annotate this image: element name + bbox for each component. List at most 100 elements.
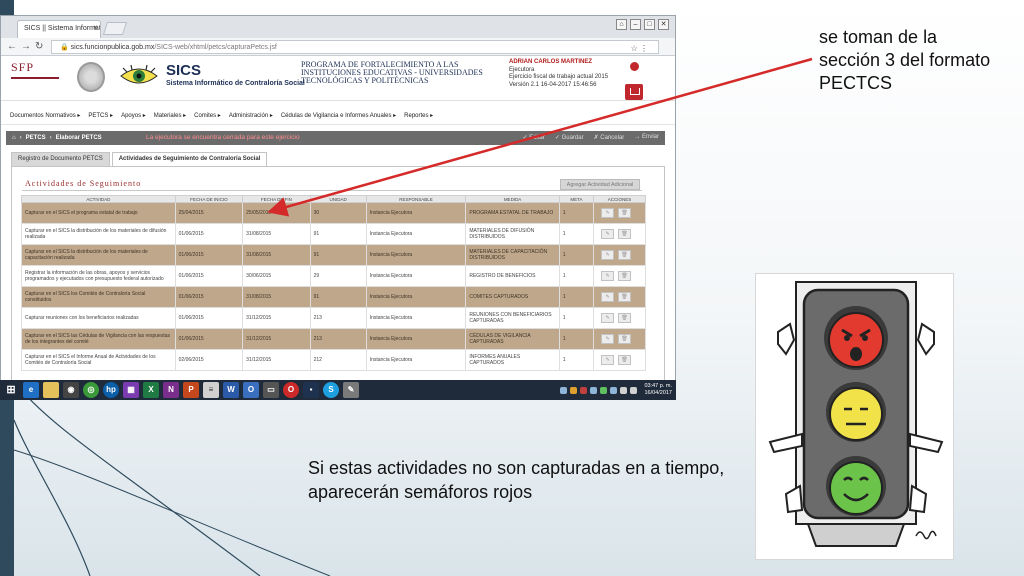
powerpoint-icon[interactable]: P	[183, 382, 199, 398]
app-icon[interactable]: ▪	[303, 382, 319, 398]
delete-row-icon[interactable]: 🗑	[618, 334, 632, 344]
send-button[interactable]: → Enviar	[634, 134, 659, 141]
delete-row-icon[interactable]: 🗑	[618, 250, 632, 260]
cell-responsable: Instancia Ejecutora	[365, 328, 467, 350]
pen-icon[interactable]: ✎	[343, 382, 359, 398]
close-window-icon[interactable]: ✕	[658, 19, 669, 30]
cell-fecha-fin: 31/08/2015	[242, 286, 311, 308]
cell-fecha-inicio: 01/06/2015	[174, 286, 244, 308]
traffic-light-icon	[768, 281, 944, 547]
forward-icon[interactable]: →	[21, 41, 31, 52]
menu-cedulas-vigilancia[interactable]: Cédulas de Vigilancia e Informes Anuales…	[281, 112, 396, 119]
table-row: Capturar en el SICS la distribución de l…	[21, 223, 646, 245]
edit-row-icon[interactable]: ✎	[601, 229, 615, 239]
url-input[interactable]: 🔒 sics.funcionpublica.gob.mx/SICS-web/xh…	[51, 40, 659, 54]
breadcrumb: ⌂ › PETCS › Elaborar PETCS La ejecutora …	[6, 131, 665, 145]
help-icon[interactable]	[570, 386, 578, 394]
camera-icon[interactable]: ◉	[63, 382, 79, 398]
save-button[interactable]: ✓ Guardar	[555, 134, 584, 141]
power-icon[interactable]	[630, 62, 639, 71]
network-icon[interactable]	[610, 386, 618, 394]
user-role: Ejecutora	[509, 66, 535, 73]
edit-row-icon[interactable]: ✎	[601, 250, 615, 260]
cell-actividad: Capturar en el SICS las Cédulas de Vigil…	[21, 328, 176, 350]
cell-unidad: 91	[309, 223, 367, 245]
menu-apoyos[interactable]: Apoyos ▸	[121, 112, 146, 119]
menu-documentos-normativos[interactable]: Documentos Normativos ▸	[10, 112, 80, 119]
table-row: Capturar en el SICS la distribución de l…	[21, 244, 646, 266]
cell-actividad: Capturar reuniones con los beneficiarios…	[21, 307, 176, 329]
delete-row-icon[interactable]: 🗑	[618, 271, 632, 281]
tab-registro-documento[interactable]: Registro de Documento PETCS	[11, 152, 110, 166]
menu-administracion[interactable]: Administración ▸	[229, 112, 273, 119]
table-header-row: Actividad Fecha de Inicio Fecha de Fin U…	[21, 195, 646, 203]
clock-time: 03:47 p. m.	[644, 383, 672, 389]
edit-row-icon[interactable]: ✎	[601, 292, 615, 302]
download-pdf-icon[interactable]	[625, 84, 643, 100]
minimize-icon[interactable]: –	[630, 19, 641, 30]
onenote-icon[interactable]: N	[163, 382, 179, 398]
menu-materiales[interactable]: Materiales ▸	[154, 112, 186, 119]
annotation-source-note: se toman de la sección 3 del formato PEC…	[819, 27, 991, 93]
cell-actividad: Capturar en el SICS el Informe Anual de …	[21, 349, 176, 371]
cell-fecha-fin: 30/06/2015	[242, 265, 311, 287]
delete-row-icon[interactable]: 🗑	[618, 208, 632, 218]
volume-icon[interactable]	[620, 386, 628, 394]
edit-row-icon[interactable]: ✎	[601, 355, 615, 365]
delete-row-icon[interactable]: 🗑	[618, 313, 632, 323]
menu-comites[interactable]: Comites ▸	[194, 112, 221, 119]
add-activity-button[interactable]: Agregar Actividad Adicional	[560, 179, 640, 190]
word-icon[interactable]: W	[223, 382, 239, 398]
chrome-icon[interactable]: ◎	[83, 382, 99, 398]
delete-row-icon[interactable]: 🗑	[618, 355, 632, 365]
cell-fecha-inicio: 25/04/2015	[174, 202, 244, 224]
delete-row-icon[interactable]: 🗑	[618, 229, 632, 239]
menu-petcs[interactable]: PETCS ▸	[88, 112, 113, 119]
cell-responsable: Instancia Ejecutora	[365, 349, 467, 371]
excel-icon[interactable]: X	[143, 382, 159, 398]
bookmark-star-icon[interactable]: ☆ ⋮	[631, 44, 648, 53]
skype-icon[interactable]: S	[323, 382, 339, 398]
table-row: Registrar la información de las obras, a…	[21, 265, 646, 287]
user-icon[interactable]: ⌂	[616, 19, 627, 30]
breadcrumb-petcs[interactable]: PETCS	[26, 135, 46, 141]
cell-fecha-inicio: 01/06/2015	[174, 244, 244, 266]
document-icon[interactable]: ≡	[203, 382, 219, 398]
outlook-icon[interactable]: O	[243, 382, 259, 398]
new-tab-button[interactable]	[102, 22, 128, 35]
display-icon[interactable]: ▭	[263, 382, 279, 398]
edit-button[interactable]: ✓ Editar	[523, 134, 545, 141]
delete-row-icon[interactable]: 🗑	[618, 292, 632, 302]
browser-tabbar: SICS || Sistema Informati × ⌂ – □ ✕	[1, 16, 675, 38]
hp-icon[interactable]: hp	[103, 382, 119, 398]
edit-row-icon[interactable]: ✎	[601, 208, 615, 218]
opera-icon[interactable]: O	[283, 382, 299, 398]
edit-row-icon[interactable]: ✎	[601, 271, 615, 281]
cell-actividad: Capturar en el SICS la distribución de l…	[21, 223, 176, 245]
home-icon[interactable]: ⌂	[12, 135, 16, 141]
media-icon[interactable]: ▦	[123, 382, 139, 398]
col-responsable: Responsable	[365, 195, 467, 203]
file-explorer-icon[interactable]	[43, 382, 59, 398]
tab-actividades-seguimiento[interactable]: Actividades de Seguimiento de Contralorí…	[111, 152, 268, 166]
antivirus-icon[interactable]	[580, 386, 588, 394]
edit-row-icon[interactable]: ✎	[601, 334, 615, 344]
menu-reportes[interactable]: Reportes ▸	[404, 112, 433, 119]
cancel-button[interactable]: ✗ Cancelar	[594, 134, 625, 141]
taskbar-clock[interactable]: 03:47 p. m. 16/04/2017	[644, 383, 672, 397]
clock-date: 16/04/2017	[644, 390, 672, 396]
browser-tab[interactable]: SICS || Sistema Informati	[17, 20, 101, 38]
col-fecha-inicio: Fecha de Inicio	[174, 195, 244, 203]
edit-row-icon[interactable]: ✎	[601, 313, 615, 323]
sync-icon[interactable]	[600, 386, 608, 394]
back-icon[interactable]: ←	[7, 41, 17, 52]
keyboard-icon[interactable]	[560, 386, 568, 394]
bluetooth-icon[interactable]	[590, 386, 598, 394]
maximize-icon[interactable]: □	[644, 19, 655, 30]
reload-icon[interactable]: ↻	[35, 41, 43, 52]
tab-close-icon[interactable]: ×	[93, 23, 98, 32]
internet-explorer-icon[interactable]: e	[23, 382, 39, 398]
battery-icon[interactable]	[630, 386, 638, 394]
cell-fecha-fin: 31/08/2015	[242, 223, 311, 245]
windows-start-icon[interactable]: ⊞	[3, 382, 19, 398]
